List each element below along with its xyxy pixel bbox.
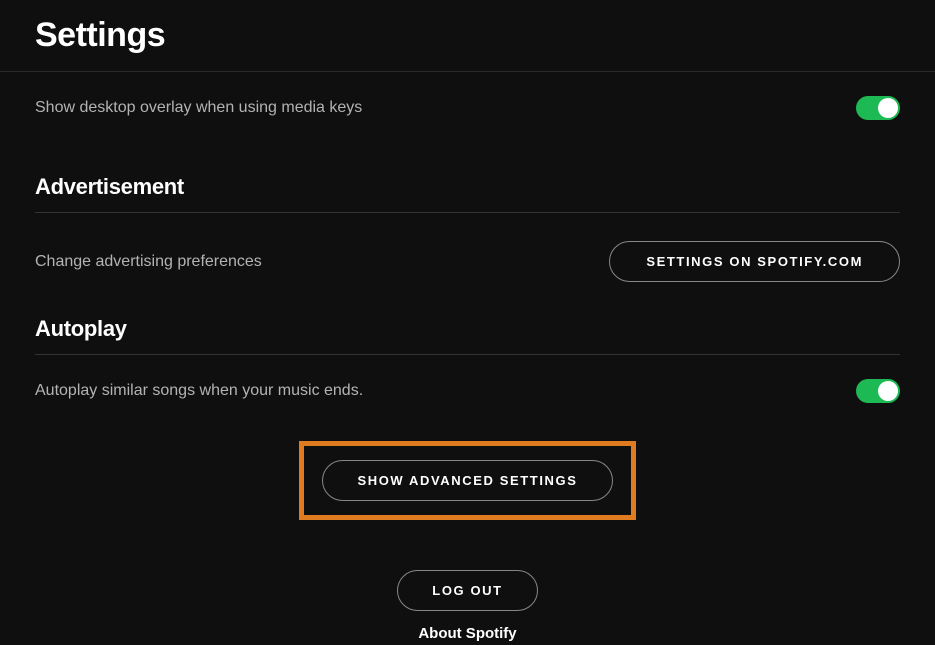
- advertisement-heading: Advertisement: [35, 140, 900, 213]
- overlay-label: Show desktop overlay when using media ke…: [35, 99, 362, 117]
- page-title: Settings: [35, 16, 900, 55]
- autoplay-heading: Autoplay: [35, 282, 900, 355]
- autoplay-label: Autoplay similar songs when your music e…: [35, 382, 363, 400]
- advertisement-label: Change advertising preferences: [35, 253, 262, 271]
- toggle-knob: [878, 381, 898, 401]
- toggle-knob: [878, 98, 898, 118]
- highlight-annotation: SHOW ADVANCED SETTINGS: [299, 441, 635, 520]
- logout-wrap: LOG OUT: [35, 570, 900, 611]
- footer-buttons: SHOW ADVANCED SETTINGS LOG OUT About Spo…: [35, 423, 900, 642]
- autoplay-toggle[interactable]: [856, 379, 900, 403]
- spotify-settings-button[interactable]: SETTINGS ON SPOTIFY.COM: [609, 241, 900, 282]
- advertisement-row: Change advertising preferences SETTINGS …: [35, 213, 900, 282]
- settings-content: Show desktop overlay when using media ke…: [0, 72, 935, 642]
- about-spotify-link[interactable]: About Spotify: [35, 625, 900, 642]
- show-advanced-settings-button[interactable]: SHOW ADVANCED SETTINGS: [322, 460, 612, 501]
- settings-header: Settings: [0, 0, 935, 72]
- overlay-toggle[interactable]: [856, 96, 900, 120]
- logout-button[interactable]: LOG OUT: [397, 570, 537, 611]
- overlay-setting-row: Show desktop overlay when using media ke…: [35, 72, 900, 140]
- autoplay-setting-row: Autoplay similar songs when your music e…: [35, 355, 900, 423]
